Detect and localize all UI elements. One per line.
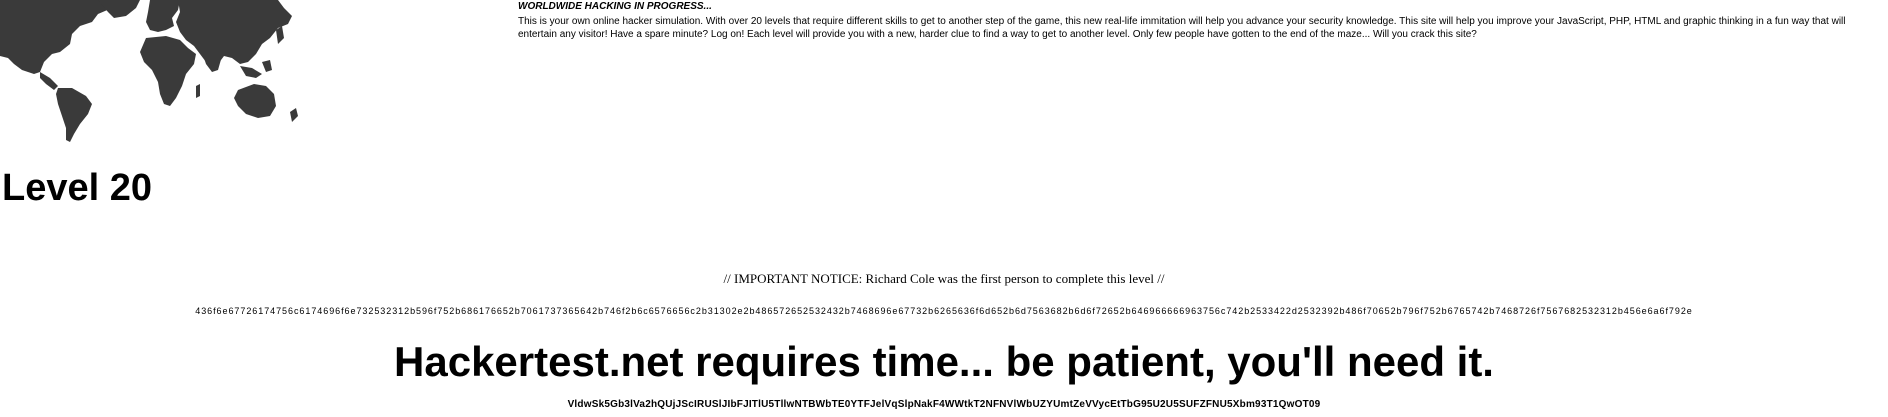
- world-map-image: [0, 0, 298, 142]
- base64-clue-text: VldwSk5Gb3lVa2hQUjJScIRUSlJIbFJITlU5Tllw…: [567, 399, 1321, 410]
- patience-heading: Hackertest.net requires time... be patie…: [394, 338, 1494, 385]
- hex-clue-text: 436f6e67726174756c6174696f6e732532312b59…: [195, 306, 1693, 316]
- intro-title: WORLDWIDE HACKING IN PROGRESS...: [518, 1, 712, 12]
- important-notice: // IMPORTANT NOTICE: Richard Cole was th…: [723, 271, 1165, 286]
- page: WORLDWIDE HACKING IN PROGRESS... This is…: [0, 0, 1888, 417]
- intro-description: This is your own online hacker simulatio…: [518, 16, 1846, 40]
- level-title: Level 20: [2, 167, 152, 209]
- intro-section: WORLDWIDE HACKING IN PROGRESS... This is…: [518, 0, 1880, 41]
